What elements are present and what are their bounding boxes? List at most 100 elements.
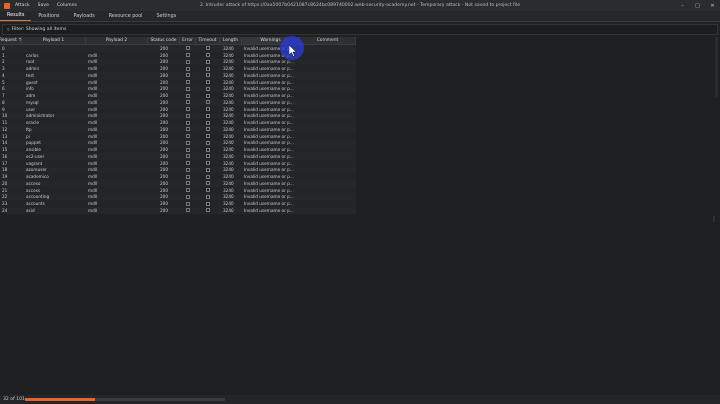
cell-warnings: Invalid username or p...	[244, 113, 294, 119]
cell-status-code: 200	[160, 99, 168, 105]
cell-payload-1: vagrant	[26, 160, 43, 166]
table-row[interactable]: 21 access mdll 200 3240 Invalid username or p…	[0, 187, 356, 194]
cell-error	[180, 200, 196, 207]
table-row[interactable]: 13 pi mdll 200 3240 Invalid username or p...	[0, 133, 356, 140]
menu-columns[interactable]: Columns	[57, 3, 77, 8]
cell-request: 0	[2, 45, 5, 51]
table-row[interactable]: 23 accounts mdll 200 3240 Invalid username or…	[0, 200, 356, 207]
tab-results[interactable]: Results	[0, 13, 32, 21]
tab-positions[interactable]: Positions	[31, 14, 66, 21]
table-row[interactable]: 19 academico mdll 200 3240 Invalid username o…	[0, 173, 356, 180]
cell-warnings: Invalid username or p...	[244, 120, 294, 126]
cell-request: 23	[2, 201, 8, 207]
table-row[interactable]: 11 oracle mdll 200 3240 Invalid username or p…	[0, 119, 356, 126]
cell-status-code: 200	[160, 133, 168, 139]
cell-payload-2: mdll	[88, 93, 98, 99]
checkbox	[206, 194, 210, 199]
tab-settings[interactable]: Settings	[150, 14, 184, 21]
column-error[interactable]: Error	[180, 37, 196, 44]
cell-request: 11	[2, 120, 8, 126]
cell-payload-1: carlos	[26, 52, 39, 58]
cell-payload-2: mdll	[88, 167, 98, 173]
cell-length: 3240	[223, 194, 234, 200]
cell-payload-2: mdll	[88, 113, 98, 119]
table-row[interactable]: 22 accounting mdll 200 3240 Invalid username …	[0, 193, 356, 201]
cell-timeout	[196, 119, 220, 126]
table-row[interactable]: 9 user mdll 200 3240 Invalid username or p...	[0, 106, 356, 113]
table-row[interactable]: 14 puppet mdll 200 3240 Invalid username or p…	[0, 139, 356, 147]
cell-warnings: Invalid username or p...	[244, 140, 294, 146]
cell-warnings: Invalid username or p...	[244, 147, 294, 153]
close-icon[interactable]: ✕	[705, 0, 720, 11]
table-row[interactable]: 5 guest mdll 200 3240 Invalid username or p..…	[0, 79, 356, 86]
cell-error	[180, 65, 196, 72]
cell-warnings: Invalid username or p...	[244, 79, 294, 85]
cell-length: 3240	[223, 147, 234, 153]
table-row[interactable]: 18 azureuser mdll 200 3240 Invalid username o…	[0, 166, 356, 174]
cell-timeout	[196, 140, 220, 147]
column-payload-2[interactable]: Payload 2	[86, 37, 148, 44]
cell-length: 3240	[223, 180, 234, 186]
table-row[interactable]: 20 acceso mdll 200 3240 Invalid username or p…	[0, 180, 356, 187]
menu-save[interactable]: Save	[38, 3, 49, 8]
title-bar: Attack Save Columns 2. Intruder attack o…	[0, 0, 720, 11]
maximize-icon[interactable]: □	[690, 0, 705, 11]
cell-request: 21	[2, 187, 8, 193]
cell-length: 3240	[223, 86, 234, 92]
table-row[interactable]: 24 acid mdll 200 3240 Invalid username or p..…	[0, 207, 356, 214]
cell-timeout	[196, 113, 220, 120]
menu-attack[interactable]: Attack	[15, 3, 30, 8]
cell-warnings: Invalid username or p...	[244, 153, 294, 159]
table-row[interactable]: 10 administrator mdll 200 3240 Invalid userna…	[0, 112, 356, 120]
checkbox	[186, 59, 190, 64]
column-comment[interactable]: Comment	[300, 37, 356, 44]
minimize-icon[interactable]: –	[675, 0, 690, 11]
cell-warnings: Invalid username or p...	[244, 99, 294, 105]
table-row[interactable]: 2 root mdll 200 3240 Invalid username or p...	[0, 58, 356, 66]
table-row[interactable]: 6 info mdll 200 3240 Invalid username or p...	[0, 85, 356, 93]
cell-payload-1	[22, 45, 86, 52]
cell-comment	[300, 146, 356, 153]
table-row[interactable]: 17 vagrant mdll 200 3240 Invalid username or …	[0, 160, 356, 167]
checkbox	[206, 208, 210, 213]
cell-comment	[300, 167, 356, 174]
cell-payload-1: azureuser	[26, 167, 47, 173]
mouse-cursor-icon	[289, 45, 297, 57]
cell-timeout	[196, 200, 220, 207]
tab-resource-pool[interactable]: Resource pool	[102, 14, 150, 21]
checkbox	[186, 107, 190, 112]
window-controls: – □ ✕	[675, 0, 720, 11]
table-scrollbar[interactable]	[715, 37, 718, 97]
cell-payload-2: mdll	[88, 160, 98, 166]
cell-length: 3240	[223, 126, 234, 132]
cell-warnings: Invalid username or p...	[244, 106, 294, 112]
cell-payload-1: puppet	[26, 140, 41, 146]
cell-payload-2: mdll	[88, 201, 98, 207]
column-length[interactable]: Length	[220, 37, 242, 44]
tab-payloads[interactable]: Payloads	[67, 14, 102, 21]
cell-comment	[300, 160, 356, 167]
column-payload-1[interactable]: Payload 1	[22, 37, 86, 44]
cell-payload-2: mdll	[88, 120, 98, 126]
column-status-code[interactable]: Status code	[148, 37, 180, 44]
column-timeout[interactable]: Timeout	[196, 37, 220, 44]
cell-payload-1: root	[26, 59, 35, 65]
column-request[interactable]: Request ↑	[0, 37, 22, 44]
table-row[interactable]: 12 ftp mdll 200 3240 Invalid username or p...	[0, 126, 356, 133]
table-row[interactable]: 16 ec2-user mdll 200 3240 Invalid username or…	[0, 153, 356, 160]
checkbox	[206, 86, 210, 91]
request-response-pane	[0, 222, 720, 394]
table-row[interactable]: 8 mysql mdll 200 3240 Invalid username or p..…	[0, 99, 356, 106]
cell-length: 3240	[223, 201, 234, 207]
cell-payload-2: mdll	[88, 79, 98, 85]
table-row[interactable]: 4 test mdll 200 3240 Invalid username or p...	[0, 72, 356, 79]
checkbox	[186, 147, 190, 152]
table-row[interactable]: 7 adm mdll 200 3240 Invalid username or p...	[0, 92, 356, 99]
cell-timeout	[196, 194, 220, 201]
cell-timeout	[196, 187, 220, 194]
table-row[interactable]: 15 ansible mdll 200 3240 Invalid username or …	[0, 146, 356, 153]
cell-warnings: Invalid username or p...	[244, 133, 294, 139]
table-row[interactable]: 3 admin mdll 200 3240 Invalid username or p..…	[0, 65, 356, 72]
cell-payload-1: info	[26, 86, 34, 92]
filter-bar[interactable]: ▿ Filter: Showing all items	[2, 24, 718, 35]
